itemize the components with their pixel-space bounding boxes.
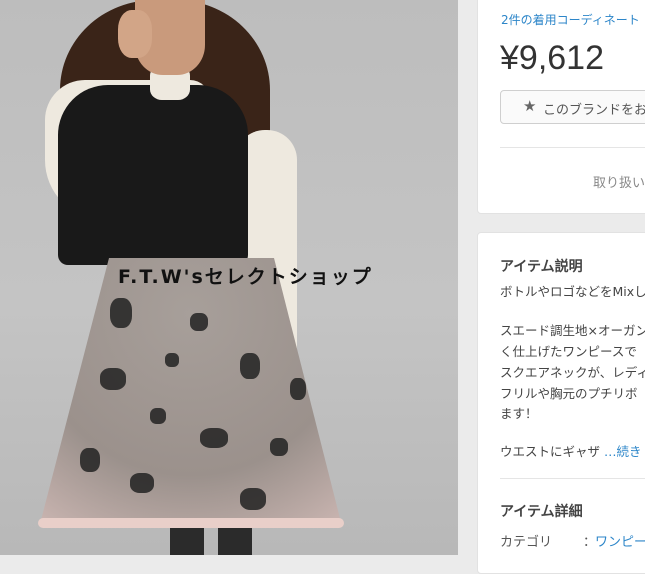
item-info-panel: アイテム説明 ボトルやロゴなどをMixし スエード調生地×オーガン く仕上げたワ… [477, 232, 645, 574]
model-hand [118, 10, 152, 58]
details-title: アイテム詳細 [500, 504, 583, 520]
handling-text[interactable]: 取り扱い [593, 172, 645, 191]
description-line: スエード調生地×オーガン [500, 323, 645, 338]
model-leg-right [218, 528, 252, 555]
star-icon: ★ [523, 97, 537, 115]
description-line: く仕上げたワンピースで [500, 344, 637, 359]
description-line: ウエストにギャザ [500, 444, 601, 459]
shop-watermark: F.T.W'sセレクトショップ [118, 266, 373, 288]
dress-bodice [58, 85, 248, 265]
price: ¥9,612 [500, 39, 604, 77]
favorite-brand-label: このブランドをお [543, 103, 645, 118]
description-line: ボトルやロゴなどをMixし [500, 284, 645, 299]
model-leg-left [170, 528, 204, 555]
description-line: スクエアネックが、レディ [500, 365, 645, 380]
category-label: カテゴリ [500, 535, 553, 550]
read-more-link[interactable]: …続き [604, 444, 642, 459]
divider [500, 147, 645, 148]
description-title: アイテム説明 [500, 259, 583, 275]
divider [500, 478, 645, 479]
description-line: フリルや胸元のプチリボ [500, 386, 638, 401]
description-last-line: ウエストにギャザ …続き [500, 442, 642, 462]
price-panel: 2件の着用コーディネート ¥9,612 ★ このブランドをお 取り扱い [477, 0, 645, 214]
description-line: ます！ [500, 406, 538, 421]
skirt-hem [38, 518, 344, 528]
favorite-brand-button[interactable]: ★ このブランドをお [500, 90, 645, 124]
product-image[interactable]: F.T.W'sセレクトショップ [0, 0, 458, 555]
coordinate-link[interactable]: 2件の着用コーディネート [501, 11, 640, 28]
category-link[interactable]: ワンピー [595, 531, 645, 550]
